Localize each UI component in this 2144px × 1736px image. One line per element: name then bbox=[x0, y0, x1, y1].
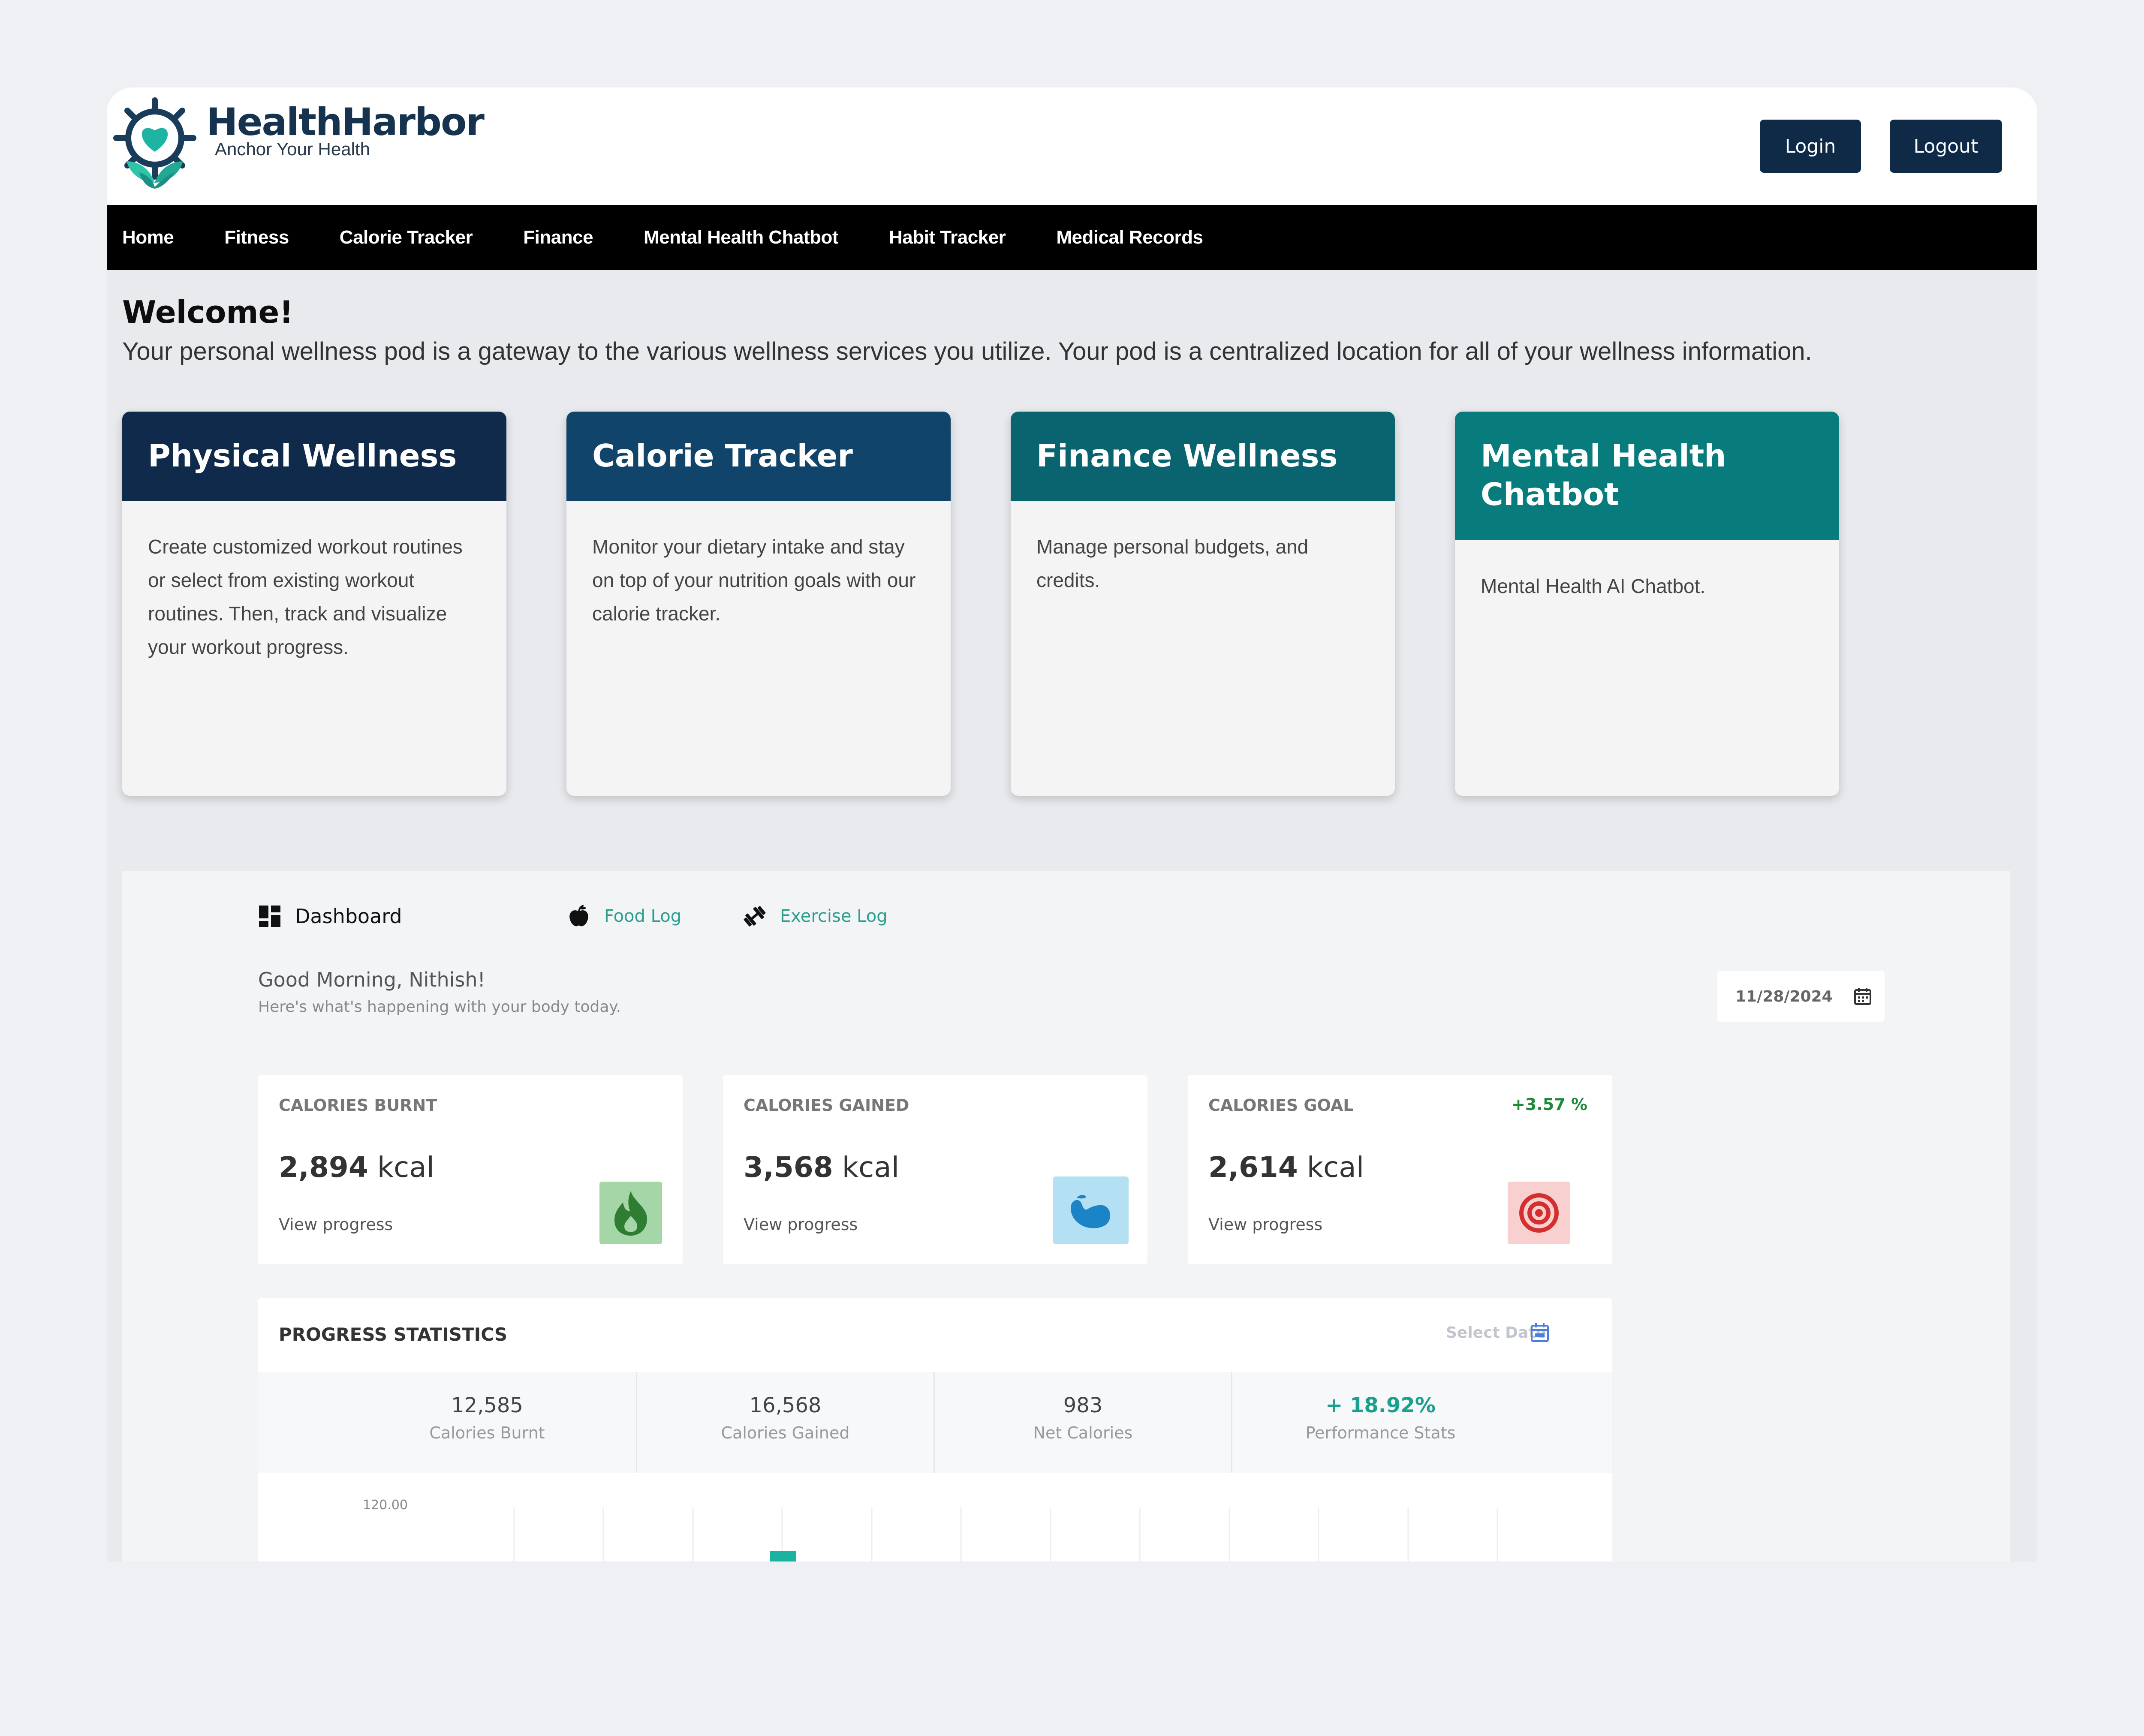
target-icon bbox=[1508, 1182, 1570, 1244]
stat-card-calories-gained: CALORIES GAINED 3,568 kcal View progress bbox=[723, 1075, 1147, 1264]
card-physical-wellness[interactable]: Physical Wellness Create customized work… bbox=[122, 412, 506, 796]
summary-performance-stats: + 18.92% Performance Stats bbox=[1231, 1372, 1529, 1473]
card-title: Calorie Tracker bbox=[566, 412, 951, 501]
nav-item-habit-tracker[interactable]: Habit Tracker bbox=[889, 227, 1006, 248]
view-progress-link[interactable]: View progress bbox=[279, 1215, 393, 1234]
stat-value: 2,614 kcal bbox=[1208, 1151, 1364, 1184]
welcome-title: Welcome! bbox=[122, 294, 294, 330]
date-value: 11/28/2024 bbox=[1735, 987, 1833, 1005]
nav-item-home[interactable]: Home bbox=[122, 227, 174, 248]
card-body: Create customized workout routines or se… bbox=[148, 536, 463, 658]
stat-card-calories-burnt: CALORIES BURNT 2,894 kcal View progress bbox=[258, 1075, 683, 1264]
stat-card-calories-goal: CALORIES GOAL +3.57 % 2,614 kcal View pr… bbox=[1188, 1075, 1612, 1264]
flame-icon bbox=[599, 1182, 662, 1244]
tab-exercise-log[interactable]: Exercise Log bbox=[743, 905, 888, 928]
stat-label: CALORIES GAINED bbox=[744, 1096, 909, 1115]
muscle-icon bbox=[1053, 1176, 1129, 1244]
card-calorie-tracker[interactable]: Calorie Tracker Monitor your dietary int… bbox=[566, 412, 951, 796]
card-mental-health-chatbot[interactable]: Mental Health Chatbot Mental Health AI C… bbox=[1455, 412, 1839, 796]
tab-dashboard[interactable]: Dashboard bbox=[258, 905, 402, 928]
tab-label: Food Log bbox=[604, 906, 682, 926]
login-button[interactable]: Login bbox=[1760, 120, 1861, 173]
progress-chart: 120.00 bbox=[363, 1498, 1498, 1561]
progress-summary-row: 12,585 Calories Burnt 16,568 Calories Ga… bbox=[258, 1372, 1612, 1473]
card-body: Monitor your dietary intake and stay on … bbox=[592, 536, 916, 625]
card-finance-wellness[interactable]: Finance Wellness Manage personal budgets… bbox=[1011, 412, 1395, 796]
summary-net-calories: 983 Net Calories bbox=[933, 1372, 1231, 1473]
brand-name: HealthHarbor bbox=[206, 100, 485, 144]
summary-calories-burnt: 12,585 Calories Burnt bbox=[429, 1393, 545, 1442]
view-progress-link[interactable]: View progress bbox=[1208, 1215, 1322, 1234]
logout-button[interactable]: Logout bbox=[1890, 120, 2002, 173]
tab-label: Dashboard bbox=[295, 905, 402, 928]
stat-label: CALORIES BURNT bbox=[279, 1096, 437, 1115]
greeting-subtitle: Here's what's happening with your body t… bbox=[258, 998, 621, 1016]
nav-item-fitness[interactable]: Fitness bbox=[224, 227, 289, 248]
header: HealthHarbor Anchor Your Health Login Lo… bbox=[107, 87, 2037, 205]
chart-bar bbox=[770, 1551, 796, 1561]
stat-value: 3,568 kcal bbox=[744, 1151, 900, 1184]
summary-calories-gained: 16,568 Calories Gained bbox=[636, 1372, 933, 1473]
app-window: HealthHarbor Anchor Your Health Login Lo… bbox=[107, 87, 2037, 1561]
greeting: Good Morning, Nithish! bbox=[258, 968, 485, 991]
nav-item-mental-health-chatbot[interactable]: Mental Health Chatbot bbox=[644, 227, 838, 248]
dashboard-grid-icon bbox=[259, 906, 280, 927]
date-picker[interactable]: 11/28/2024 bbox=[1717, 971, 1885, 1022]
stat-label: CALORIES GOAL bbox=[1208, 1096, 1354, 1115]
apple-icon bbox=[569, 905, 588, 927]
nav-item-medical-records[interactable]: Medical Records bbox=[1056, 227, 1203, 248]
card-body: Manage personal budgets, and credits. bbox=[1036, 536, 1309, 591]
dumbbell-icon bbox=[744, 906, 766, 927]
main-nav: Home Fitness Calorie Tracker Finance Men… bbox=[107, 205, 2037, 270]
card-title: Physical Wellness bbox=[122, 412, 506, 501]
progress-statistics-panel: PROGRESS STATISTICS Select Date 12,585 C… bbox=[258, 1298, 1612, 1561]
calendar-icon[interactable] bbox=[1530, 1322, 1550, 1343]
card-body: Mental Health AI Chatbot. bbox=[1481, 575, 1706, 597]
tab-label: Exercise Log bbox=[780, 906, 888, 926]
goal-delta-badge: +3.57 % bbox=[1512, 1095, 1587, 1114]
nav-item-finance[interactable]: Finance bbox=[523, 227, 593, 248]
progress-title: PROGRESS STATISTICS bbox=[279, 1324, 508, 1345]
welcome-text: Your personal wellness pod is a gateway … bbox=[122, 337, 1812, 365]
card-title: Mental Health Chatbot bbox=[1455, 412, 1839, 540]
view-progress-link[interactable]: View progress bbox=[744, 1215, 858, 1234]
logo-icon bbox=[113, 97, 196, 189]
nav-item-calorie-tracker[interactable]: Calorie Tracker bbox=[340, 227, 473, 248]
stat-value: 2,894 kcal bbox=[279, 1151, 435, 1184]
chart-y-tick-label: 120.00 bbox=[363, 1498, 408, 1513]
dashboard-panel: Dashboard Food Log Exercise Log Good Mor… bbox=[122, 871, 2010, 1561]
tab-food-log[interactable]: Food Log bbox=[567, 905, 681, 928]
card-title: Finance Wellness bbox=[1011, 412, 1395, 501]
calendar-icon bbox=[1854, 988, 1871, 1005]
